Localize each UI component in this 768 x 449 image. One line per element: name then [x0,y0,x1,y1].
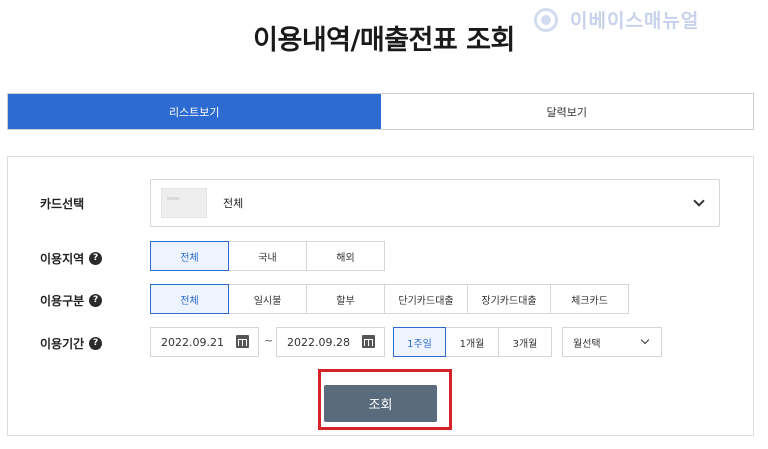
card-select-dropdown[interactable]: 전체 [150,179,720,227]
watermark-text: 이베이스매뉴얼 [570,10,700,32]
period-option-1-month[interactable]: 1개월 [445,327,499,357]
search-button[interactable]: 조회 [324,385,437,422]
end-date-input[interactable]: 2022.09.28 [276,327,385,357]
start-date-input[interactable]: 2022.09.21 [150,327,259,357]
period-quick-group: 1주일 1개월 3개월 [393,327,552,357]
region-label: 이용지역 ? [40,248,103,268]
card-thumbnail [161,188,207,218]
month-select-dropdown[interactable]: 월선택 [562,327,662,357]
watermark-logo-icon [534,7,558,32]
usage-type-segment-group: 전체 일시불 할부 단기카드대출 장기카드대출 체크카드 [150,284,629,314]
type-option-lump-sum[interactable]: 일시불 [228,284,307,314]
tab-calendar-view[interactable]: 달력보기 [380,94,753,129]
region-option-all[interactable]: 전체 [150,241,229,271]
help-icon[interactable]: ? [89,336,103,350]
region-option-domestic[interactable]: 국내 [228,241,307,271]
chevron-down-icon [640,335,650,345]
help-icon[interactable]: ? [89,251,103,265]
card-select-label: 카드선택 [40,196,85,211]
type-option-long-term-loan[interactable]: 장기카드대출 [467,284,551,314]
calendar-icon[interactable] [362,335,375,348]
type-option-check-card[interactable]: 체크카드 [550,284,629,314]
tab-list-view[interactable]: 리스트보기 [8,94,381,129]
region-option-overseas[interactable]: 해외 [306,241,385,271]
usage-type-label: 이용구분 ? [40,290,103,310]
watermark: 이베이스매뉴얼 [534,6,699,33]
period-option-1-week[interactable]: 1주일 [393,327,446,357]
date-range-separator: ~ [264,334,274,347]
help-icon[interactable]: ? [89,293,103,307]
type-option-all[interactable]: 전체 [150,284,229,314]
period-option-3-months[interactable]: 3개월 [498,327,552,357]
view-tabs: 리스트보기 달력보기 [7,93,754,130]
card-select-value: 전체 [223,197,244,210]
period-label: 이용기간 ? [40,333,103,353]
type-option-installment[interactable]: 할부 [306,284,385,314]
calendar-icon[interactable] [236,335,249,348]
filter-panel: 카드선택 전체 이용지역 ? 전체 국내 해외 이용구분 ? 전체 일시불 할부… [7,156,754,436]
region-segment-group: 전체 국내 해외 [150,241,385,271]
type-option-short-term-loan[interactable]: 단기카드대출 [384,284,468,314]
chevron-down-icon [693,195,705,207]
